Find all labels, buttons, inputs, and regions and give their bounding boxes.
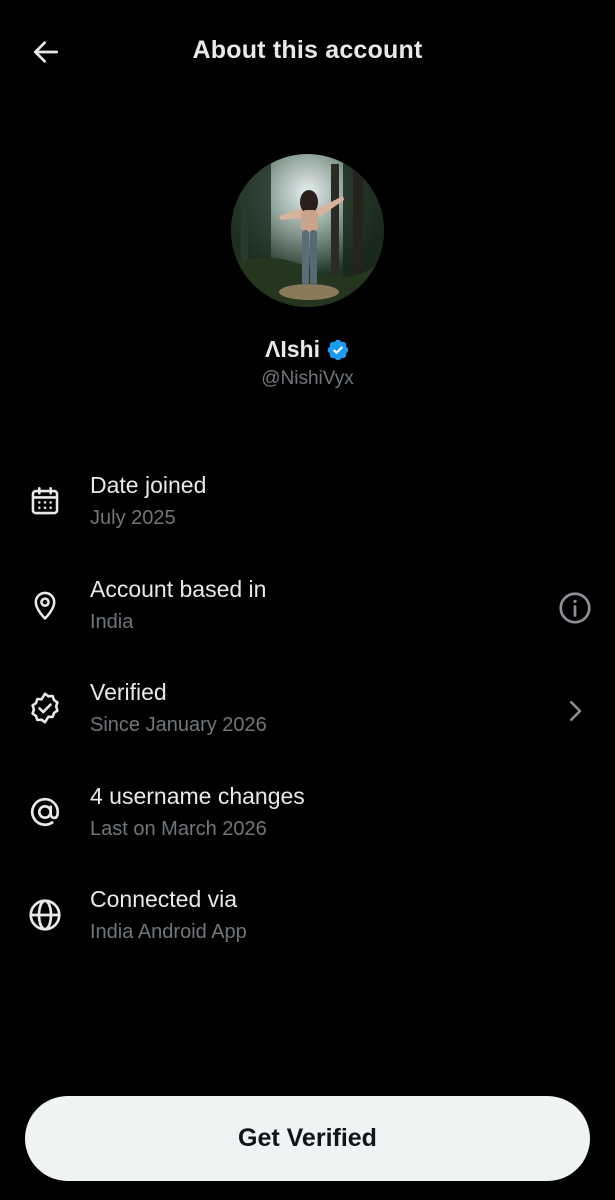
page-title: About this account — [192, 36, 423, 64]
globe-icon — [26, 896, 64, 934]
info-title: Connected via — [90, 886, 238, 912]
avatar[interactable] — [231, 154, 384, 307]
verified-badge-icon[interactable] — [326, 338, 350, 362]
list-item-account-location: Account based in India — [0, 554, 615, 658]
info-subtitle: India Android App — [90, 921, 247, 943]
cta-container: Get Verified — [25, 1096, 590, 1181]
top-bar: About this account — [0, 0, 615, 104]
info-title: Account based in — [90, 575, 267, 602]
list-item-date-joined: Date joined July 2025 — [0, 450, 615, 554]
profile-name-row: ɅIshi — [0, 336, 615, 363]
chevron-right-icon[interactable] — [555, 691, 595, 731]
get-verified-button[interactable]: Get Verified — [25, 1096, 590, 1181]
account-info-list: Date joined July 2025 Account based in I… — [0, 450, 615, 968]
location-pin-icon — [26, 586, 64, 624]
info-subtitle: July 2025 — [90, 507, 176, 529]
list-item-verified[interactable]: Verified Since January 2026 — [0, 657, 615, 761]
calendar-icon — [26, 482, 64, 520]
info-title: Date joined — [90, 472, 207, 498]
info-icon[interactable] — [555, 588, 595, 628]
at-sign-icon — [26, 793, 64, 831]
info-subtitle: India — [90, 610, 134, 633]
username-handle: @NishiVyx — [261, 368, 354, 389]
list-item-connected-via: Connected via India Android App — [0, 864, 615, 968]
display-name: ɅIshi — [265, 336, 320, 362]
info-subtitle: Since January 2026 — [90, 714, 267, 736]
info-subtitle: Last on March 2026 — [90, 817, 267, 840]
verified-badge-icon — [26, 689, 64, 727]
list-item-username-changes: 4 username changes Last on March 2026 — [0, 761, 615, 865]
profile-photo — [231, 154, 384, 307]
info-title: Verified — [90, 679, 167, 705]
info-title: 4 username changes — [90, 782, 305, 809]
